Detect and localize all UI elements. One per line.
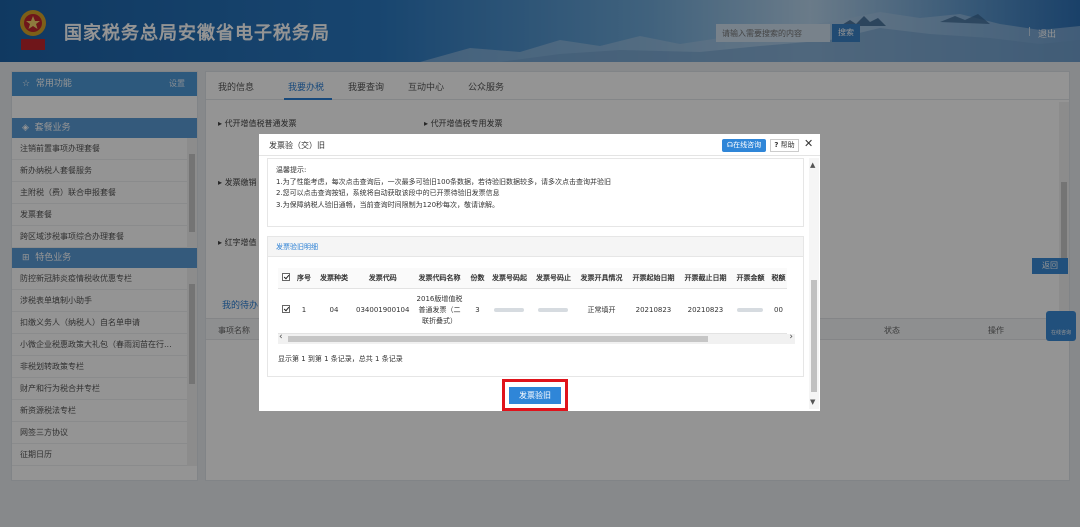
cell-tax: 00 — [769, 288, 788, 334]
tips-box: 温馨提示: 1.为了性能考虑，每次点击查询后，一次最多可验旧100条数据，若待验… — [267, 158, 804, 227]
dialog-title: 发票验（交）旧 — [269, 141, 325, 150]
checkbox-checked-icon — [282, 272, 290, 281]
cell-number-end — [531, 288, 576, 334]
col-issue-status: 发票开具情况 — [575, 268, 628, 289]
scroll-thumb[interactable] — [811, 280, 817, 392]
cell-code-name: 2016版增值税 普通发票（二 联折叠式） — [411, 288, 468, 334]
redacted-value — [494, 308, 525, 312]
scroll-right-icon[interactable]: › — [789, 332, 793, 342]
col-number-start: 发票号码起 — [487, 268, 532, 289]
tip-line: 3.为保障纳税人验旧通畅，当前查询时间限制为120秒每次，敬请谅解。 — [276, 200, 500, 209]
cell-index: 1 — [294, 288, 314, 334]
scroll-up-icon[interactable]: ▲ — [810, 161, 815, 169]
code-name-line: 普通发票（二 — [418, 306, 461, 314]
col-kind: 发票种类 — [314, 268, 354, 289]
verify-invoice-button[interactable]: 发票验旧 — [509, 387, 561, 404]
help-button[interactable]: ? 帮助 — [770, 139, 799, 152]
redacted-value — [538, 308, 569, 312]
select-all-checkbox[interactable] — [278, 268, 294, 289]
col-index: 序号 — [294, 268, 314, 289]
cell-amount — [731, 288, 770, 334]
row-checkbox[interactable] — [278, 288, 294, 334]
cell-count: 3 — [467, 288, 488, 334]
col-start-date: 开票起始日期 — [627, 268, 680, 289]
invoice-table: 序号 发票种类 发票代码 发票代码名称 份数 发票号码起 发票号码止 发票开具情… — [278, 268, 788, 334]
online-consult-label: 在线咨询 — [733, 141, 762, 149]
checkbox-checked-icon — [282, 304, 290, 313]
scroll-down-icon[interactable]: ▼ — [810, 398, 815, 406]
col-number-end: 发票号码止 — [531, 268, 576, 289]
table-row[interactable]: 1 04 034001900104 2016版增值税 普通发票（二 联折叠式） … — [278, 288, 788, 334]
redacted-value — [737, 308, 764, 312]
online-consult-button[interactable]: ☊在线咨询 — [722, 139, 766, 152]
question-icon: ? — [774, 141, 779, 149]
close-icon[interactable]: ✕ — [804, 137, 813, 150]
cell-start-date: 20210823 — [627, 288, 680, 334]
scroll-thumb[interactable] — [288, 336, 708, 342]
col-code: 发票代码 — [354, 268, 412, 289]
detail-title: 发票验旧明细 — [268, 237, 803, 257]
cell-number-start — [487, 288, 532, 334]
tip-line: 1.为了性能考虑，每次点击查询后，一次最多可验旧100条数据，若待验旧数据较多，… — [276, 177, 612, 186]
cell-end-date: 20210823 — [679, 288, 732, 334]
col-amount: 开票金额 — [731, 268, 770, 289]
cell-issue-status: 正常填开 — [575, 288, 628, 334]
scroll-left-icon[interactable]: ‹ — [279, 332, 283, 342]
pagination-info: 显示第 1 到第 1 条记录，总共 1 条记录 — [278, 355, 403, 363]
col-code-name: 发票代码名称 — [411, 268, 468, 289]
verify-button-highlight: 发票验旧 — [502, 379, 568, 411]
col-tax: 税额 — [769, 268, 788, 289]
code-name-line: 2016版增值税 — [416, 295, 463, 303]
cell-code: 034001900104 — [354, 288, 412, 334]
col-end-date: 开票截止日期 — [679, 268, 732, 289]
table-header-row: 序号 发票种类 发票代码 发票代码名称 份数 发票号码起 发票号码止 发票开具情… — [278, 268, 788, 289]
code-name-line: 联折叠式） — [421, 317, 457, 325]
table-horizontal-scrollbar[interactable]: ‹ › — [278, 332, 795, 344]
dialog-scrollbar[interactable]: ▲ ▼ — [809, 158, 819, 409]
verify-detail-panel: 发票验旧明细 序号 发票种类 发票代码 发票代码名称 份数 发票号码起 发票号码… — [267, 236, 804, 377]
tip-line: 2.您可以点击查询按钮，系统将自动获取该段中的已开票待验旧发票信息 — [276, 189, 500, 197]
col-count: 份数 — [467, 268, 488, 289]
invoice-verify-dialog: 发票验（交）旧 ☊在线咨询 ? 帮助 ✕ ▲ ▼ 温馨提示: 1.为了性能考虑，… — [259, 134, 820, 411]
cell-kind: 04 — [314, 288, 354, 334]
tips-title: 温馨提示: — [276, 166, 307, 174]
dialog-header: 发票验（交）旧 ☊在线咨询 ? 帮助 ✕ — [259, 134, 820, 156]
help-label: 帮助 — [780, 141, 795, 149]
